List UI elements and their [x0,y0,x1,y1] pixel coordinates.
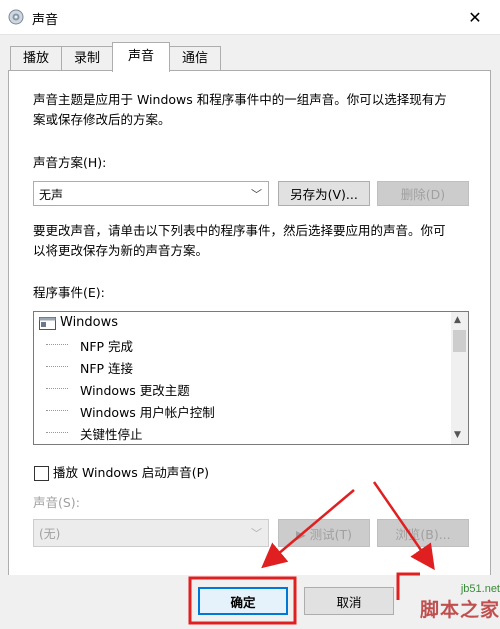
watermark: jb51.net 脚本之家 [418,583,500,629]
watermark-site: jb51.net [460,583,500,595]
tab-sounds[interactable]: 声音 [112,42,170,72]
red-annotation-overlay [188,481,435,625]
watermark-name: 脚本之家 [419,599,500,621]
